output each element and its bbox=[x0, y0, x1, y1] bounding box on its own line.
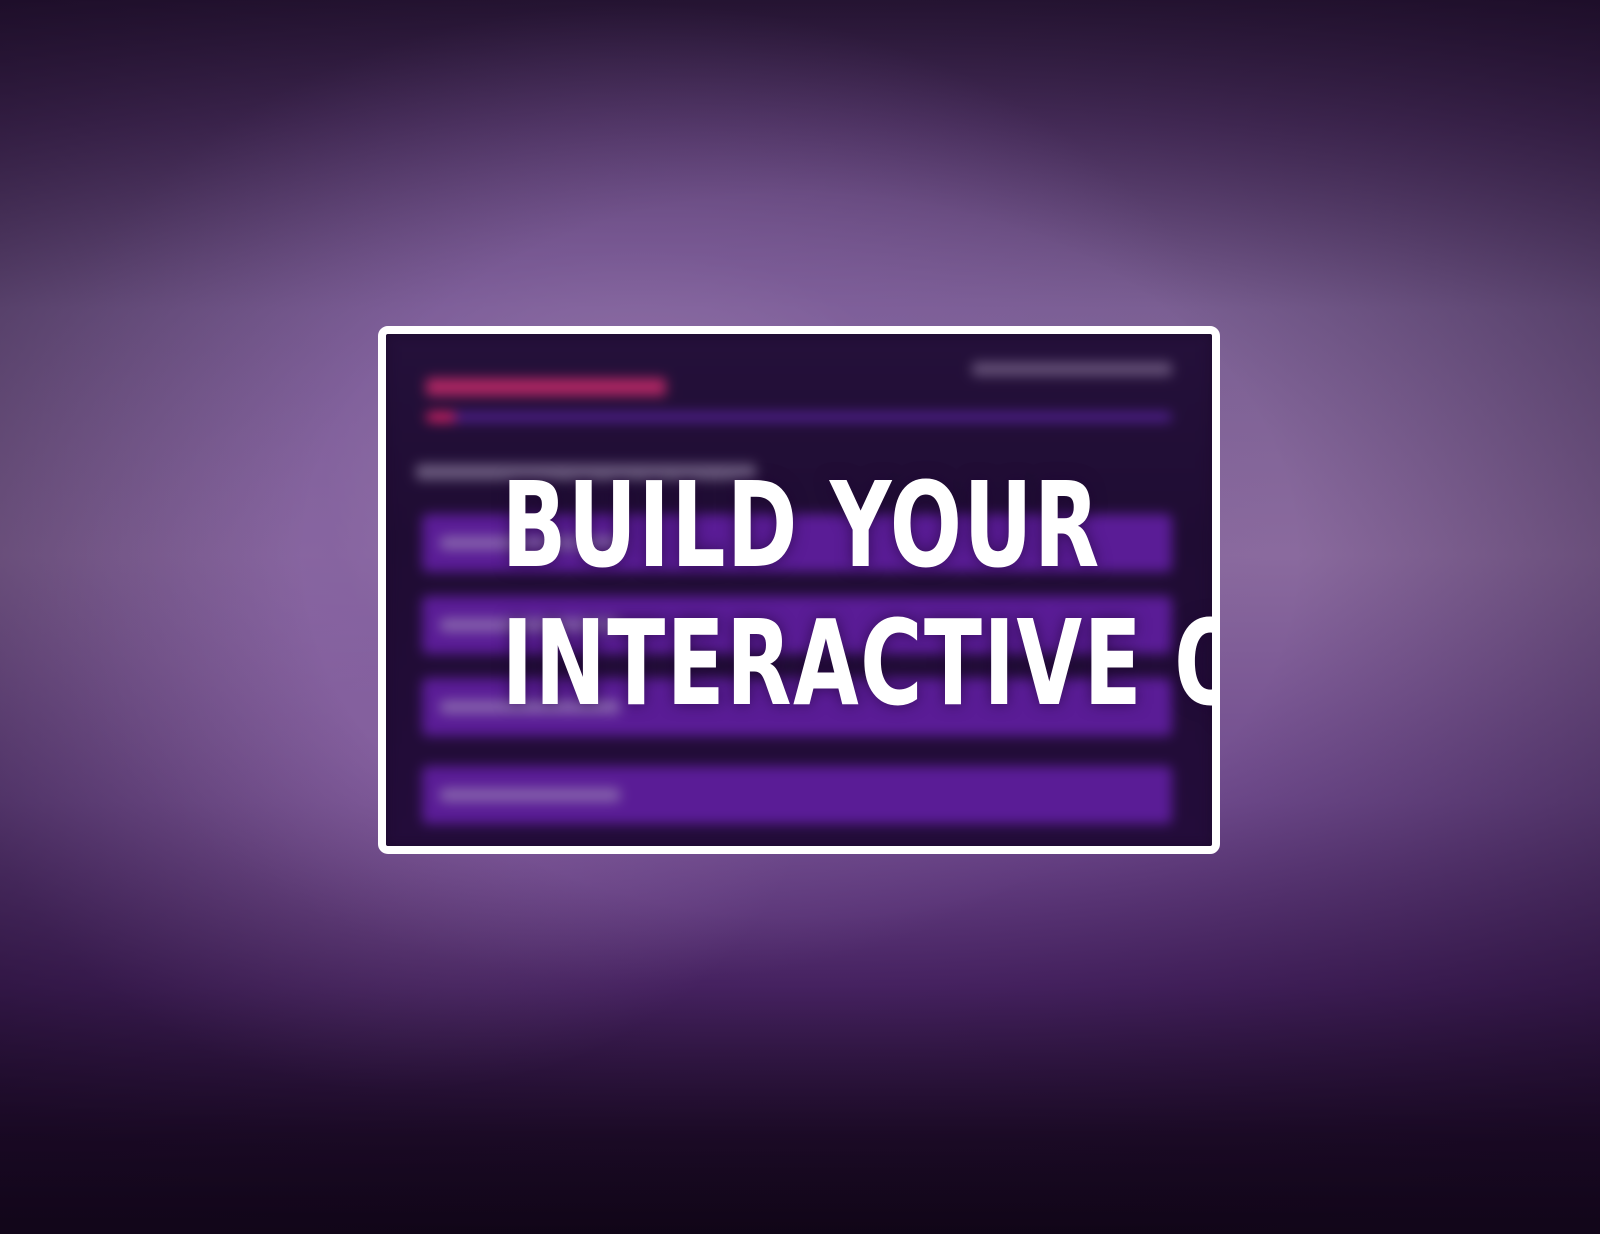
quiz-preview-card: BUILD YOUR INTERACTIVE QUIZ bbox=[378, 326, 1220, 854]
headline: BUILD YOUR INTERACTIVE QUIZ bbox=[501, 456, 1212, 732]
blurred-progress-track bbox=[426, 412, 1172, 422]
headline-line-2: INTERACTIVE QUIZ bbox=[501, 594, 1212, 732]
blurred-quiz-title bbox=[426, 378, 666, 396]
blurred-quiz-meta bbox=[972, 362, 1172, 376]
blurred-progress-fill bbox=[426, 412, 456, 422]
headline-line-1: BUILD YOUR bbox=[501, 456, 1101, 594]
blurred-option-text bbox=[440, 788, 620, 802]
blurred-answer-option bbox=[422, 766, 1172, 824]
